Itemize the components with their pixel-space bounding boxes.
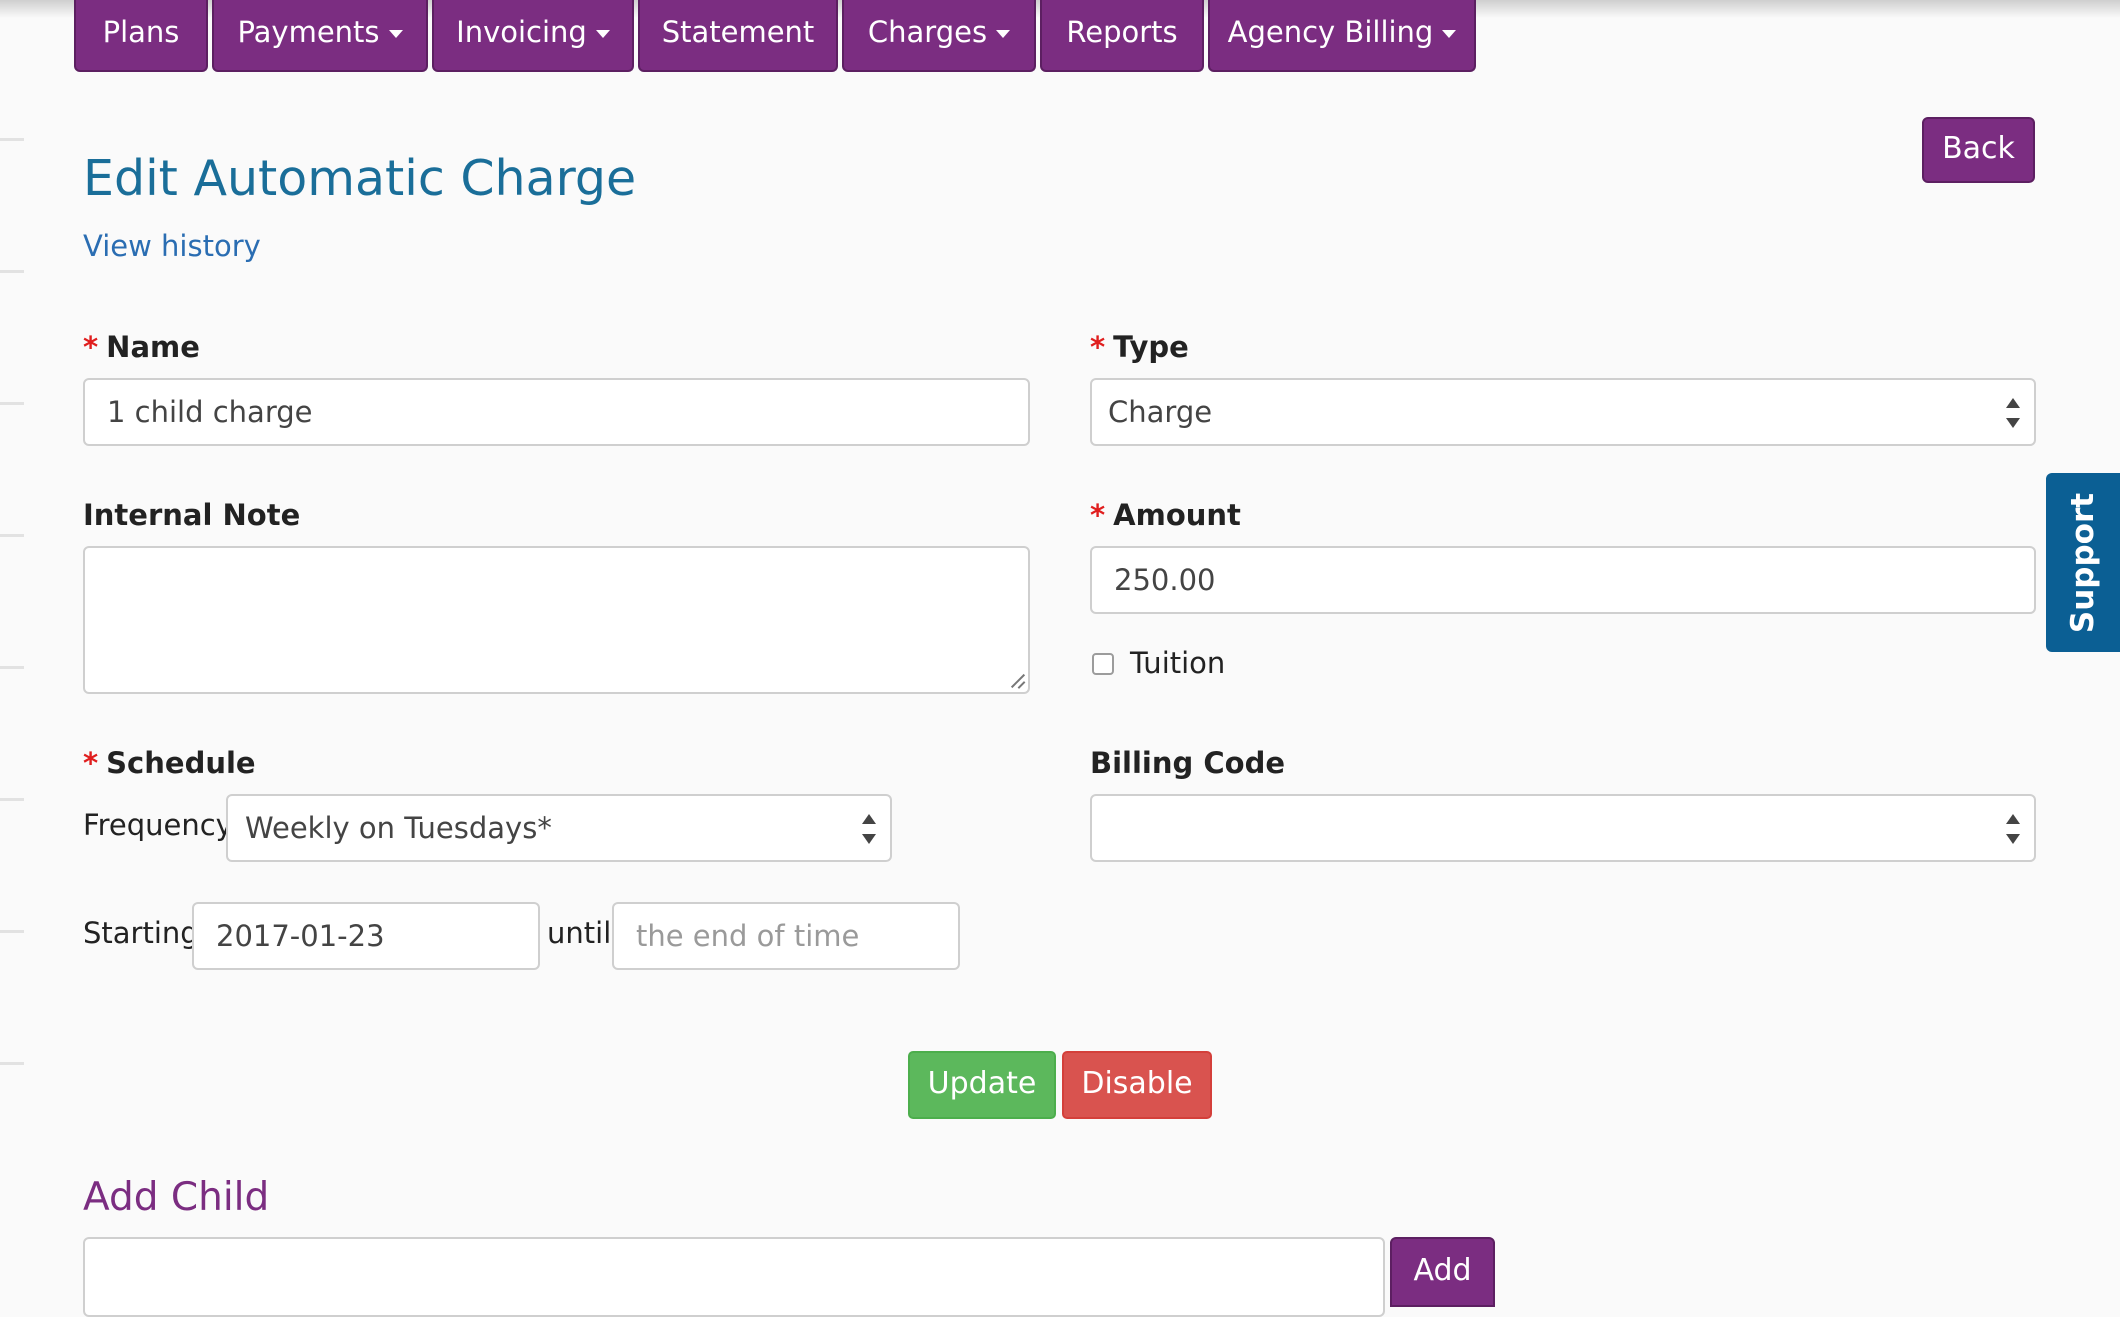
tick-mark [0, 930, 24, 933]
caret-down-icon [1442, 30, 1457, 38]
tick-mark [0, 402, 24, 405]
nav-tab-label: Invoicing [456, 15, 587, 49]
frequency-label: Frequency [83, 808, 233, 842]
nav-tab-label: Reports [1066, 15, 1178, 49]
required-marker: * [1090, 330, 1106, 364]
type-label-text: Type [1113, 330, 1189, 364]
tick-mark [0, 798, 24, 801]
nav-tab-label: Plans [102, 15, 180, 49]
required-marker: * [83, 330, 99, 364]
caret-down-icon [388, 30, 403, 38]
tick-mark [0, 1062, 24, 1065]
view-history-link[interactable]: View history [83, 229, 261, 263]
tuition-checkbox[interactable] [1092, 653, 1114, 675]
tick-mark [0, 270, 24, 273]
nav-tab-label: Statement [661, 15, 815, 49]
select-arrows-icon [862, 814, 876, 844]
name-label: * Name [83, 330, 200, 364]
resize-grip-icon[interactable] [1009, 673, 1025, 689]
select-arrows-icon [2006, 398, 2020, 428]
internal-note-textarea[interactable] [83, 546, 1030, 694]
type-select[interactable]: Charge [1090, 378, 2036, 446]
nav-tab-label: Payments [237, 15, 380, 49]
type-select-value: Charge [1108, 395, 1213, 429]
nav-tab-agency-billing[interactable]: Agency Billing [1208, 0, 1476, 72]
caret-down-icon [595, 30, 610, 38]
required-marker: * [83, 746, 99, 780]
name-label-text: Name [106, 330, 200, 364]
required-marker: * [1090, 498, 1106, 532]
caret-down-icon [996, 30, 1011, 38]
tick-mark [0, 138, 24, 141]
page-title: Edit Automatic Charge [83, 150, 637, 207]
nav-tab-label: Agency Billing [1227, 15, 1434, 49]
update-button[interactable]: Update [908, 1051, 1056, 1119]
top-navigation: Plans Payments Invoicing Statement Charg… [0, 0, 2120, 76]
amount-label: * Amount [1090, 498, 1241, 532]
tuition-label: Tuition [1130, 646, 1226, 680]
add-child-input[interactable] [83, 1237, 1385, 1317]
name-input[interactable]: 1 child charge [83, 378, 1030, 446]
nav-tab-statement[interactable]: Statement [638, 0, 838, 72]
nav-tab-plans[interactable]: Plans [74, 0, 208, 72]
nav-tab-payments[interactable]: Payments [212, 0, 428, 72]
disable-button[interactable]: Disable [1062, 1051, 1212, 1119]
starting-date-input[interactable]: 2017-01-23 [192, 902, 540, 970]
support-label: Support [2065, 492, 2101, 633]
frequency-select-value: Weekly on Tuesdays* [245, 811, 552, 845]
add-child-title: Add Child [83, 1175, 270, 1220]
schedule-label: * Schedule [83, 746, 256, 780]
nav-tab-charges[interactable]: Charges [842, 0, 1036, 72]
frequency-select[interactable]: Weekly on Tuesdays* [226, 794, 892, 862]
tick-mark [0, 666, 24, 669]
nav-tab-invoicing[interactable]: Invoicing [432, 0, 634, 72]
back-button[interactable]: Back [1922, 117, 2035, 183]
internal-note-label: Internal Note [83, 498, 301, 532]
schedule-label-text: Schedule [106, 746, 256, 780]
until-date-input[interactable]: the end of time [612, 902, 960, 970]
starting-label: Starting [83, 916, 199, 950]
support-tab[interactable]: Support [2046, 473, 2120, 652]
billing-code-select[interactable] [1090, 794, 2036, 862]
add-child-button[interactable]: Add [1390, 1237, 1495, 1307]
nav-tab-label: Charges [867, 15, 988, 49]
amount-label-text: Amount [1113, 498, 1241, 532]
select-arrows-icon [2006, 814, 2020, 844]
amount-input[interactable]: 250.00 [1090, 546, 2036, 614]
billing-code-label: Billing Code [1090, 746, 1285, 780]
until-label: until [547, 916, 612, 950]
tick-mark [0, 534, 24, 537]
nav-tab-reports[interactable]: Reports [1040, 0, 1204, 72]
type-label: * Type [1090, 330, 1189, 364]
